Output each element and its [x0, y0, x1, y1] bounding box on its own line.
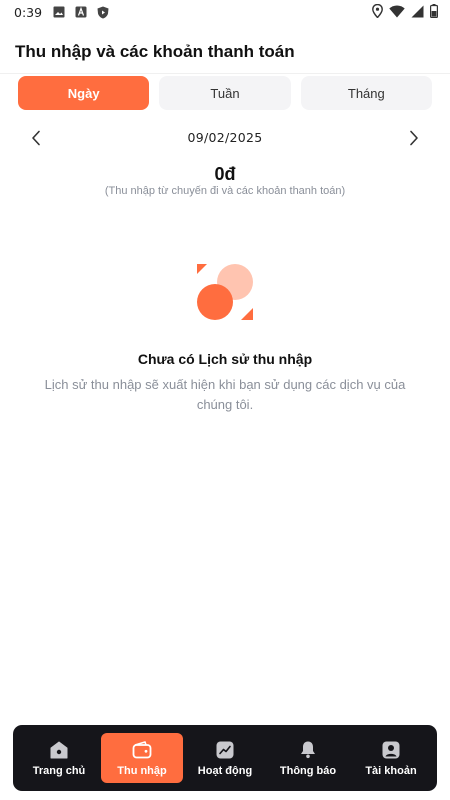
tab-month[interactable]: Tháng [300, 76, 432, 110]
nav-item-income[interactable]: Thu nhập [101, 733, 183, 783]
date-navigator: 09/02/2025 [0, 124, 450, 150]
nav-item-notifications[interactable]: Thông báo [267, 733, 349, 783]
empty-state-title: Chưa có Lịch sử thu nhập [137, 351, 313, 367]
nav-label-activity: Hoạt động [197, 764, 253, 777]
nav-label-home: Trang chủ [32, 764, 86, 777]
image-icon [52, 5, 66, 19]
status-indicators [372, 3, 439, 21]
page-title: Thu nhập và các khoản thanh toán [15, 41, 295, 61]
tab-week[interactable]: Tuần [159, 76, 291, 110]
wifi-icon [389, 5, 405, 21]
period-tabs: Ngày Tuần Tháng [18, 76, 432, 110]
empty-state-illustration [193, 262, 257, 324]
wallet-icon [132, 740, 152, 760]
chevron-left-icon [32, 130, 40, 146]
nav-item-activity[interactable]: Hoạt động [184, 733, 266, 783]
app-header: Thu nhập và các khoản thanh toán [0, 30, 450, 74]
tab-day[interactable]: Ngày [18, 76, 150, 110]
selected-date: 09/02/2025 [187, 129, 263, 145]
income-total-caption: (Thu nhập từ chuyến đi và các khoản than… [104, 185, 346, 197]
nav-label-account: Tài khoản [365, 764, 417, 777]
empty-state-description: Lịch sử thu nhập sẽ xuất hiện khi bạn sử… [44, 377, 406, 412]
bottom-navigation: Trang chủ Thu nhập Hoạt động Thông báo T… [13, 725, 437, 791]
nav-label-income: Thu nhập [117, 764, 167, 777]
nav-label-notifications: Thông báo [279, 764, 337, 777]
shield-play-icon [96, 5, 110, 19]
home-icon [49, 740, 69, 760]
font-a-icon [74, 5, 88, 19]
account-icon [381, 740, 401, 760]
next-date-button[interactable] [403, 127, 425, 149]
signal-icon [411, 5, 424, 21]
battery-icon [430, 4, 439, 21]
status-time: 0:39 [14, 4, 43, 20]
status-bar: 0:39 [0, 0, 450, 24]
previous-date-button[interactable] [25, 127, 47, 149]
nav-item-home[interactable]: Trang chủ [18, 733, 100, 783]
chevron-right-icon [410, 130, 418, 146]
income-total: 0đ [214, 164, 236, 184]
bell-icon [298, 740, 318, 760]
activity-chart-icon [215, 740, 235, 760]
location-icon [372, 3, 383, 21]
nav-item-account[interactable]: Tài khoản [350, 733, 432, 783]
